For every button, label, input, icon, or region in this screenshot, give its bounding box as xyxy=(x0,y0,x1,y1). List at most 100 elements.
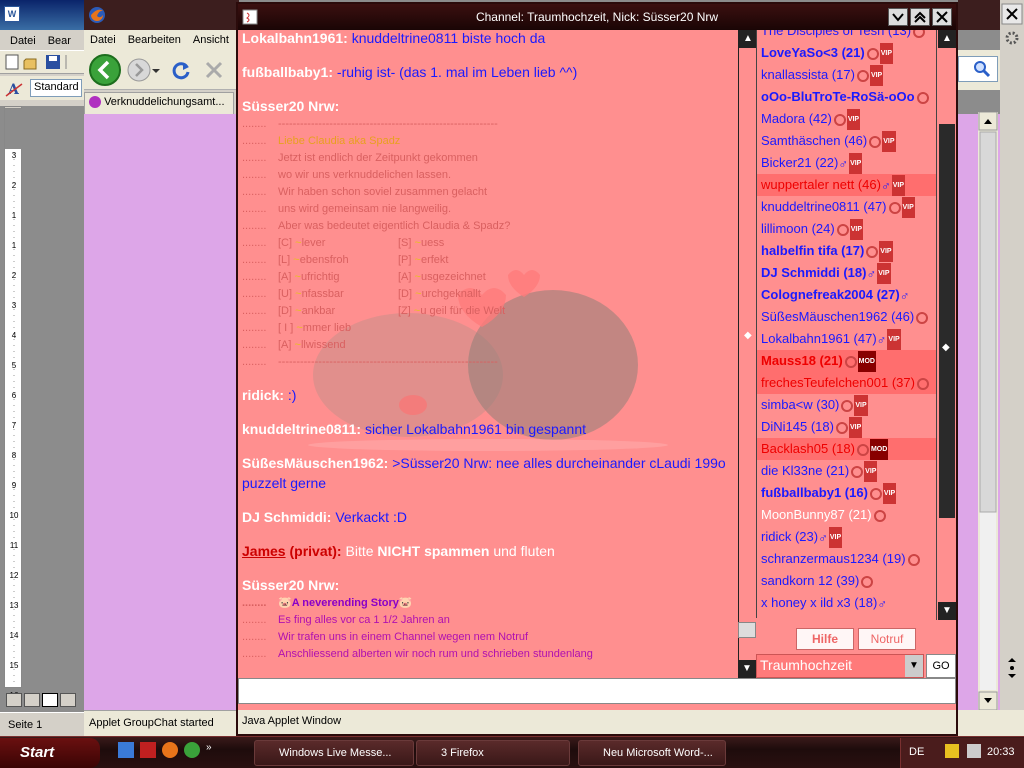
chevron-right-icon[interactable]: » xyxy=(206,742,212,758)
message-scroll-bottom[interactable]: ▼ xyxy=(738,660,756,678)
word-style-select[interactable]: Standard xyxy=(30,79,82,97)
user-name: oOo-BluTroTe-RoSä-oOo xyxy=(761,89,915,104)
private-sender[interactable]: James xyxy=(242,543,286,559)
right-window-scrollbar[interactable] xyxy=(978,112,998,712)
user-list-item[interactable]: schranzermaus1234 (19) xyxy=(757,548,936,570)
firefox-tab[interactable]: Verknuddelichungsamt... xyxy=(84,92,234,114)
message-username[interactable]: knuddeltrine0811: xyxy=(242,421,361,437)
emergency-button[interactable]: Notruf xyxy=(858,628,916,650)
user-list-item[interactable]: x honey x ild x3 (18)♂ xyxy=(757,592,936,614)
scroll-thumb[interactable]: ◆ xyxy=(744,330,752,341)
acrostic-letter: [A] xyxy=(278,339,292,351)
user-list-item[interactable]: die Kl33ne (21) VIP xyxy=(757,460,936,482)
message-input[interactable] xyxy=(238,678,956,704)
message-username[interactable]: Lokalbahn1961: xyxy=(242,30,348,46)
language-indicator[interactable]: DE xyxy=(909,746,924,758)
ie-icon[interactable] xyxy=(118,742,134,758)
user-list-item[interactable]: Bicker21 (22)♂ VIP xyxy=(757,152,936,174)
security-shield-icon[interactable] xyxy=(945,744,959,758)
user-list-item[interactable]: halbelfin tifa (17) VIP xyxy=(757,240,936,262)
firefox-titlebar[interactable] xyxy=(84,0,239,30)
minimize-button[interactable] xyxy=(888,8,908,26)
user-name: die Kl33ne (21) xyxy=(761,463,850,478)
message-username[interactable]: SüßesMäuschen1962: xyxy=(242,455,388,471)
message-scrollbar[interactable]: ▲ ◆ ▼ xyxy=(738,30,757,678)
userlist-scroll-down[interactable]: ▼ xyxy=(938,602,956,620)
user-name: Samthäschen (46) xyxy=(761,133,868,148)
userlist-scroll-up[interactable]: ▲ xyxy=(938,30,956,48)
user-list-item[interactable]: Lokalbahn1961 (47)♂ VIP xyxy=(757,328,936,350)
user-list-item[interactable]: sandkorn 12 (39) xyxy=(757,570,936,592)
back-icon[interactable] xyxy=(88,53,122,87)
task-word[interactable]: Neu Microsoft Word-... xyxy=(578,740,726,766)
user-list-item[interactable]: wuppertaler nett (46)♂ VIP xyxy=(757,174,936,196)
go-button[interactable]: GO xyxy=(926,654,956,678)
history-dropdown-icon[interactable] xyxy=(150,66,162,76)
ff-menu-datei[interactable]: Datei xyxy=(90,34,116,46)
user-list-item[interactable]: knuddeltrine0811 (47) VIP xyxy=(757,196,936,218)
styles-icon[interactable]: A xyxy=(4,78,28,102)
channel-select[interactable]: Traumhochzeit ▼ xyxy=(756,654,924,678)
acrostic-word: urchgeknallt xyxy=(421,288,481,300)
start-button[interactable]: Start xyxy=(0,738,100,768)
userlist-scroll-thumb[interactable] xyxy=(939,124,955,518)
user-list-item[interactable]: frechesTeufelchen001 (37) xyxy=(757,372,936,394)
user-list-item[interactable]: SüßesMäuschen1962 (46) xyxy=(757,306,936,328)
task-messenger[interactable]: Windows Live Messe... xyxy=(254,740,414,766)
help-button[interactable]: Hilfe xyxy=(796,628,854,650)
ruler-number: 9 xyxy=(11,481,17,490)
user-list-item[interactable]: ridick (23)♂ VIP xyxy=(757,526,936,548)
user-list-item[interactable]: Backlash05 (18) MOD xyxy=(757,438,936,460)
firefox-page-content xyxy=(84,114,239,710)
user-list-item[interactable]: oOo-BluTroTe-RoSä-oOo xyxy=(757,86,936,108)
message-username[interactable]: Süsser20 Nrw: xyxy=(242,577,339,593)
user-list-item[interactable]: DiNi145 (18) VIP xyxy=(757,416,936,438)
user-list-item[interactable]: Colognefreak2004 (27)♂ xyxy=(757,284,936,306)
user-list-item[interactable]: LoveYaSo<3 (21) VIP xyxy=(757,42,936,64)
settings-icon[interactable] xyxy=(1000,26,1024,50)
user-list-item[interactable]: Mauss18 (21) MOD xyxy=(757,350,936,372)
chevron-down-icon[interactable]: ▼ xyxy=(905,655,923,677)
close-button[interactable] xyxy=(932,8,952,26)
word-menu-datei[interactable]: Datei xyxy=(10,35,36,47)
resize-handle[interactable] xyxy=(738,622,756,638)
outline-view-button[interactable] xyxy=(60,693,76,707)
word-titlebar[interactable]: W xyxy=(0,0,84,30)
user-list-item[interactable]: Madora (42) VIP xyxy=(757,108,936,130)
app-icon[interactable] xyxy=(140,742,156,758)
message-username[interactable]: Süsser20 Nrw: xyxy=(242,98,339,114)
user-list-item[interactable]: simba<w (30) VIP xyxy=(757,394,936,416)
user-list-item[interactable]: The Disciples of Tesh (13) xyxy=(757,30,936,42)
user-list-item[interactable]: MoonBunny87 (21) xyxy=(757,504,936,526)
message-username[interactable]: DJ Schmiddi: xyxy=(242,509,331,525)
stop-icon[interactable] xyxy=(204,60,224,80)
word-menu-bearbeiten[interactable]: Bear xyxy=(48,35,71,47)
scroll-controls-icon[interactable] xyxy=(1000,640,1024,720)
user-list-item[interactable]: knallassista (17) VIP xyxy=(757,64,936,86)
user-list-item[interactable]: lillimoon (24) VIP xyxy=(757,218,936,240)
user-list-item[interactable]: Samthäschen (46) VIP xyxy=(757,130,936,152)
messenger-quick-icon[interactable] xyxy=(184,742,200,758)
task-firefox[interactable]: 3 Firefox xyxy=(416,740,570,766)
ff-menu-ansicht[interactable]: Ansicht xyxy=(193,34,229,46)
ff-menu-bearbeiten[interactable]: Bearbeiten xyxy=(128,34,181,46)
search-icon[interactable] xyxy=(972,59,992,79)
firefox-quick-icon[interactable] xyxy=(162,742,178,758)
user-list-item[interactable]: DJ Schmiddi (18)♂ VIP xyxy=(757,262,936,284)
forward-icon[interactable] xyxy=(126,57,152,83)
ruler-number: 15 xyxy=(9,661,19,670)
maximize-button[interactable] xyxy=(910,8,930,26)
message-username[interactable]: ridick: xyxy=(242,387,284,403)
chat-titlebar[interactable]: Channel: Traumhochzeit, Nick: Süsser20 N… xyxy=(238,4,956,30)
reload-icon[interactable] xyxy=(170,59,192,81)
user-list-scrollbar[interactable]: ▲ ◆ ▼ xyxy=(936,30,956,620)
user-name: Colognefreak2004 (27) xyxy=(761,287,900,302)
user-list-item[interactable]: fußballbaby1 (16) VIP xyxy=(757,482,936,504)
web-view-button[interactable] xyxy=(24,693,40,707)
print-view-button[interactable] xyxy=(42,693,58,707)
scroll-up-button[interactable]: ▲ xyxy=(739,30,757,48)
volume-icon[interactable] xyxy=(967,744,981,758)
message-username[interactable]: fußballbaby1: xyxy=(242,64,333,80)
normal-view-button[interactable] xyxy=(6,693,22,707)
male-icon: ♂ xyxy=(880,177,891,193)
